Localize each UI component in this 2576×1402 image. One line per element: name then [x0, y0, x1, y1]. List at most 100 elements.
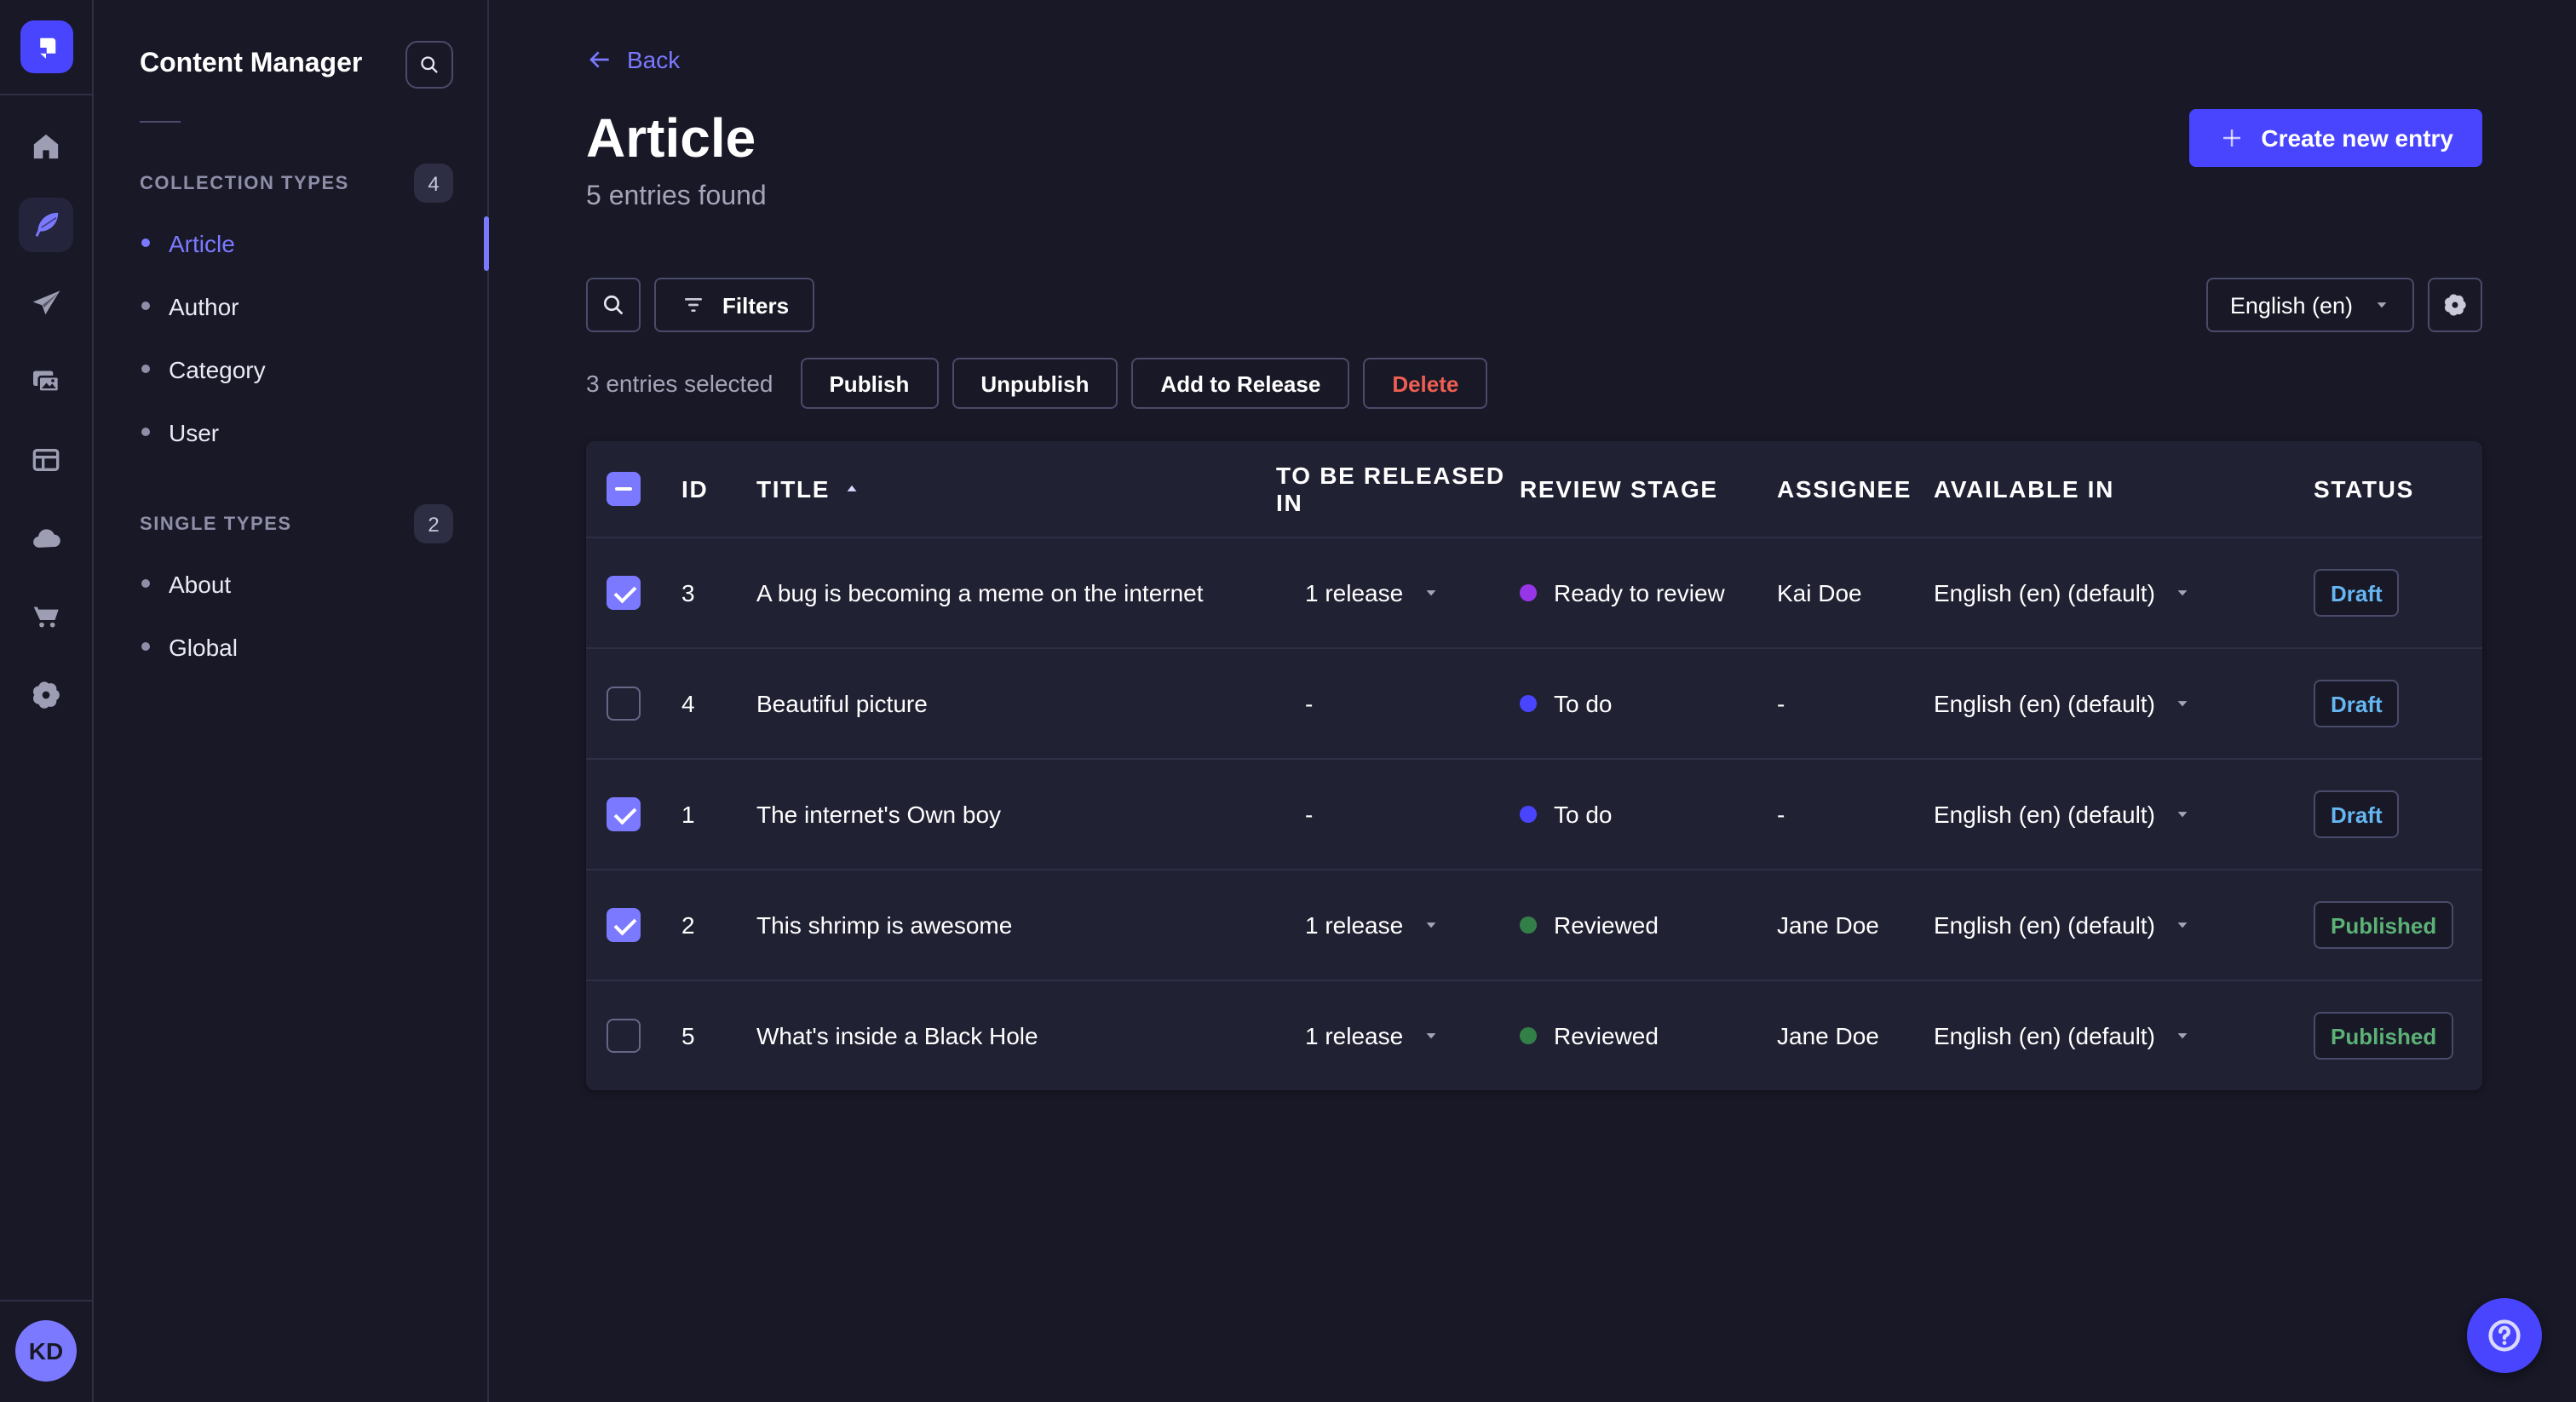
row-checkbox[interactable]: [607, 908, 641, 942]
cell-id: 4: [681, 690, 695, 717]
cell-status: Draft: [2314, 680, 2482, 727]
status-badge: Published: [2314, 1012, 2454, 1060]
add-to-release-button[interactable]: Add to Release: [1131, 358, 1350, 409]
column-header-review-stage[interactable]: REVIEW STAGE: [1520, 475, 1777, 503]
bullet-icon: [141, 302, 150, 310]
cell-title: This shrimp is awesome: [756, 911, 1013, 939]
sidebar-item-author[interactable]: Author: [94, 274, 487, 337]
filters-button[interactable]: Filters: [654, 278, 815, 332]
cell-title: What's inside a Black Hole: [756, 1022, 1038, 1049]
cell-status: Published: [2314, 901, 2482, 949]
content-manager-sidebar: Content Manager COLLECTION TYPES 4 Artic…: [94, 0, 489, 1402]
status-badge: Published: [2314, 901, 2454, 949]
section-label: SINGLE TYPES: [140, 514, 292, 534]
help-button[interactable]: [2467, 1298, 2542, 1373]
app-window: KD Content Manager COLLECTION TYPES 4 Ar…: [0, 0, 2576, 1402]
locale-select[interactable]: English (en): [2205, 278, 2414, 332]
chevron-down-icon: [2174, 584, 2191, 601]
column-header-to-be-released-in[interactable]: TO BE RELEASED IN: [1276, 462, 1520, 516]
bullet-icon: [141, 238, 150, 247]
main-nav-rail: KD: [0, 0, 94, 1402]
create-new-entry-button[interactable]: Create new entry: [2189, 109, 2482, 167]
rail-images-icon-button[interactable]: [19, 354, 73, 409]
strapi-logo-icon[interactable]: [20, 20, 72, 73]
view-settings-button[interactable]: [2428, 278, 2482, 332]
table-row[interactable]: 2 This shrimp is awesome 1 release Revie…: [586, 869, 2482, 980]
column-header-title[interactable]: TITLE: [756, 475, 1276, 503]
table-row[interactable]: 1 The internet's Own boy - To do - Engli…: [586, 758, 2482, 869]
chevron-down-icon: [2373, 296, 2390, 313]
sidebar-search-button[interactable]: [405, 41, 453, 89]
sidebar-divider: [140, 121, 181, 123]
page-title: Article: [586, 107, 756, 169]
rail-gear-icon-button[interactable]: [19, 668, 73, 722]
column-header-status[interactable]: STATUS: [2314, 475, 2482, 503]
cell-review-stage: Reviewed: [1520, 911, 1777, 939]
table-row[interactable]: 5 What's inside a Black Hole 1 release R…: [586, 980, 2482, 1090]
question-mark-icon: [2484, 1315, 2525, 1356]
publish-button[interactable]: Publish: [800, 358, 939, 409]
cell-to-be-released-in[interactable]: 1 release: [1276, 579, 1520, 606]
unpublish-button[interactable]: Unpublish: [952, 358, 1118, 409]
sidebar-item-global[interactable]: Global: [94, 615, 487, 678]
toolbar: Filters English (en): [586, 278, 2482, 332]
cell-assignee: Jane Doe: [1777, 1022, 1879, 1049]
user-avatar[interactable]: KD: [15, 1320, 77, 1382]
row-checkbox[interactable]: [607, 1019, 641, 1053]
cell-available-in[interactable]: English (en) (default): [1934, 911, 2314, 939]
status-badge: Draft: [2314, 569, 2400, 617]
row-checkbox[interactable]: [607, 797, 641, 831]
rail-cart-icon-button[interactable]: [19, 589, 73, 644]
cell-id: 1: [681, 801, 695, 828]
rail-bottom: KD: [0, 1300, 92, 1402]
cell-id: 2: [681, 911, 695, 939]
gear-icon: [29, 678, 63, 712]
rail-feather-icon-button[interactable]: [19, 198, 73, 252]
column-header-available-in[interactable]: AVAILABLE IN: [1934, 475, 2314, 503]
rail-nav-items: [19, 119, 73, 722]
column-header-assignee[interactable]: ASSIGNEE: [1777, 475, 1934, 503]
section-label: COLLECTION TYPES: [140, 173, 349, 193]
cell-available-in[interactable]: English (en) (default): [1934, 1022, 2314, 1049]
gear-icon: [2441, 291, 2469, 319]
section-count-badge: 2: [414, 504, 453, 543]
search-button[interactable]: [586, 278, 641, 332]
section-collection-types: COLLECTION TYPES 4: [94, 164, 487, 203]
back-link[interactable]: Back: [586, 46, 680, 73]
chevron-down-icon: [2174, 806, 2191, 823]
images-icon: [29, 365, 63, 399]
layout-icon: [29, 443, 63, 477]
search-icon: [417, 53, 441, 77]
table-row[interactable]: 4 Beautiful picture - To do - English (e…: [586, 647, 2482, 758]
sidebar-item-user[interactable]: User: [94, 400, 487, 463]
chevron-down-icon: [2174, 695, 2191, 712]
table-row[interactable]: 3 A bug is becoming a meme on the intern…: [586, 537, 2482, 647]
bullet-icon: [141, 365, 150, 373]
rail-layout-icon-button[interactable]: [19, 433, 73, 487]
rail-home-icon-button[interactable]: [19, 119, 73, 174]
cell-to-be-released-in[interactable]: -: [1276, 690, 1520, 717]
sidebar-item-article[interactable]: Article: [94, 211, 487, 274]
cell-available-in[interactable]: English (en) (default): [1934, 801, 2314, 828]
section-single-types: SINGLE TYPES 2: [94, 504, 487, 543]
sidebar-title: Content Manager: [140, 49, 363, 78]
cell-id: 5: [681, 1022, 695, 1049]
cell-review-stage: Reviewed: [1520, 1022, 1777, 1049]
cell-available-in[interactable]: English (en) (default): [1934, 690, 2314, 717]
row-checkbox[interactable]: [607, 687, 641, 721]
rail-paper-plane-icon-button[interactable]: [19, 276, 73, 330]
cell-available-in[interactable]: English (en) (default): [1934, 579, 2314, 606]
sidebar-item-about[interactable]: About: [94, 552, 487, 615]
bullet-icon: [141, 642, 150, 651]
cell-to-be-released-in[interactable]: -: [1276, 801, 1520, 828]
cart-icon: [29, 600, 63, 634]
cell-to-be-released-in[interactable]: 1 release: [1276, 911, 1520, 939]
row-checkbox[interactable]: [607, 576, 641, 610]
column-header-id[interactable]: ID: [661, 475, 756, 503]
rail-cloud-icon-button[interactable]: [19, 511, 73, 566]
entries-table: ID TITLE TO BE RELEASED IN REVIEW STAGE …: [586, 441, 2482, 1090]
select-all-checkbox[interactable]: [607, 472, 641, 506]
sidebar-item-category[interactable]: Category: [94, 337, 487, 400]
cell-to-be-released-in[interactable]: 1 release: [1276, 1022, 1520, 1049]
delete-button[interactable]: Delete: [1363, 358, 1488, 409]
